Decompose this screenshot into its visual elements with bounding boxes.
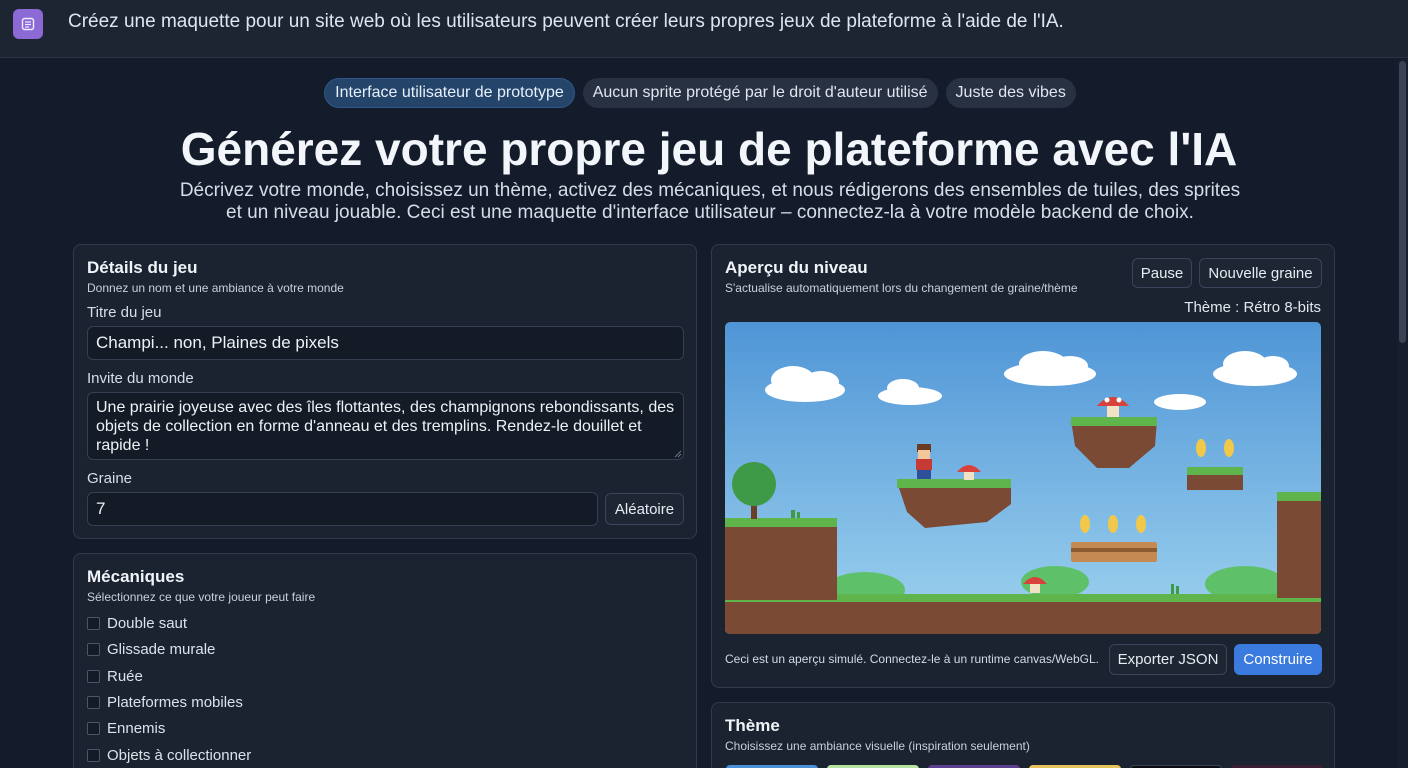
level-scene [725,322,1321,634]
export-json-button[interactable]: Exporter JSON [1109,644,1227,675]
resize-handle-icon[interactable] [674,450,682,458]
mechanics-card: Mécaniques Sélectionnez ce que votre jou… [73,553,697,768]
random-seed-button[interactable]: Aléatoire [605,493,684,525]
level-preview-card: Aperçu du niveau S'actualise automatique… [711,244,1335,688]
mechanic-moving-platforms[interactable]: Plateformes mobiles [87,694,243,711]
mechanic-enemies[interactable]: Ennemis [87,720,165,737]
chip-prototype[interactable]: Interface utilisateur de prototype [324,78,575,108]
card-subtitle: Choisissez une ambiance visuelle (inspir… [725,739,1030,753]
checkbox[interactable] [87,696,100,709]
seed-input[interactable]: 7 [87,492,598,526]
preview-footer-note: Ceci est un aperçu simulé. Connectez-le … [725,652,1099,666]
card-subtitle: S'actualise automatiquement lors du chan… [725,281,1078,295]
card-title: Mécaniques [87,567,185,586]
top-bar: Créez une maquette pour un site web où l… [0,0,1408,58]
level-preview-canvas[interactable] [725,322,1321,634]
theme-card: Thème Choisissez une ambiance visuelle (… [711,702,1335,768]
page-subtitle: Décrivez votre monde, choisissez un thèm… [179,180,1241,223]
mechanic-dash[interactable]: Ruée [87,668,143,685]
game-details-card: Détails du jeu Donnez un nom et une ambi… [73,244,697,539]
mechanic-double-jump[interactable]: Double saut [87,615,187,632]
world-prompt-textarea[interactable]: Une prairie joyeuse avec des îles flotta… [87,392,684,460]
player-sprite [916,444,932,479]
checkbox[interactable] [87,670,100,683]
checkbox[interactable] [87,617,100,630]
checkbox[interactable] [87,749,100,762]
card-subtitle: Donnez un nom et une ambiance à votre mo… [87,281,344,295]
seed-label: Graine [87,470,133,487]
prompt-text: Créez une maquette pour un site web où l… [68,11,1064,32]
theme-label: Thème : Rétro 8-bits [1184,299,1321,316]
new-seed-button[interactable]: Nouvelle graine [1199,258,1322,288]
tag-chips: Interface utilisateur de prototype Aucun… [0,78,1408,108]
checkbox[interactable] [87,722,100,735]
pause-button[interactable]: Pause [1132,258,1192,288]
game-title-input[interactable]: Champi... non, Plaines de pixels [87,326,684,360]
chip-no-copyright[interactable]: Aucun sprite protégé par le droit d'aute… [582,78,938,108]
mechanic-collectibles[interactable]: Objets à collectionner [87,747,251,764]
card-subtitle: Sélectionnez ce que votre joueur peut fa… [87,590,316,604]
chip-vibes[interactable]: Juste des vibes [945,78,1076,108]
build-button[interactable]: Construire [1234,644,1322,675]
document-icon[interactable] [13,9,43,39]
card-title: Détails du jeu [87,258,198,277]
card-title: Thème [725,716,780,735]
page-title: Générez votre propre jeu de plateforme a… [180,123,1238,175]
card-title: Aperçu du niveau [725,258,868,277]
mechanic-wall-slide[interactable]: Glissade murale [87,641,215,658]
world-prompt-label: Invite du monde [87,370,194,387]
game-title-label: Titre du jeu [87,304,162,321]
checkbox[interactable] [87,643,100,656]
